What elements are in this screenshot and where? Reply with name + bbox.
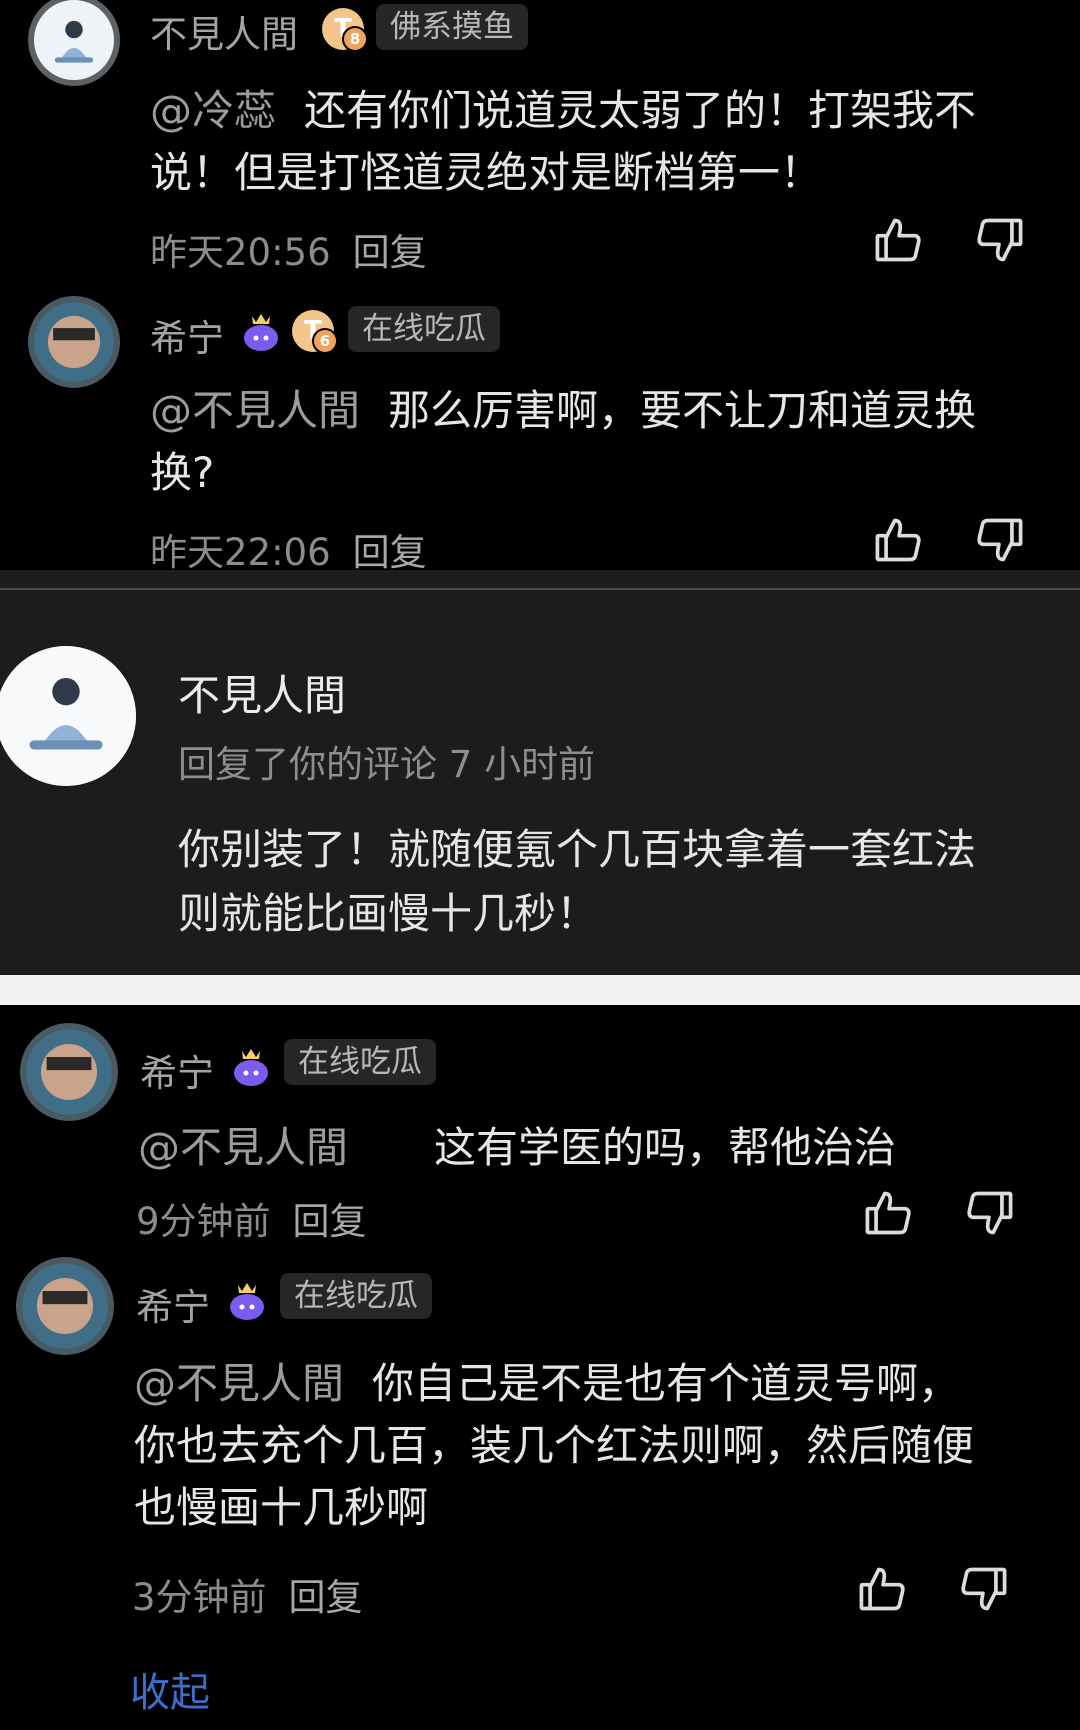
- notification-text: 你别装了！就随便氪个几百块拿着一套红法 则就能比画慢十几秒！: [178, 825, 977, 938]
- crown-badge-icon: [244, 314, 278, 351]
- avatar[interactable]: [16, 1257, 114, 1355]
- reply-notification[interactable]: 不見人間 回复了你的评论 7 小时前 你别装了！就随便氪个几百块拿着一套红法 则…: [0, 570, 1080, 975]
- thumbs-down-icon[interactable]: [964, 1187, 1016, 1239]
- username[interactable]: 希宁: [150, 308, 224, 362]
- username[interactable]: 不見人間: [178, 662, 346, 723]
- user-tag: 在线吃瓜: [284, 1039, 436, 1085]
- thumbs-down-icon[interactable]: [974, 214, 1026, 266]
- notification-subtitle: 回复了你的评论 7 小时前: [178, 743, 596, 786]
- user-tag: 佛系摸鱼: [376, 4, 528, 50]
- comment-text: @不見人間 这有学医的吗，帮他治治: [138, 1123, 897, 1172]
- username[interactable]: 不見人間: [150, 4, 298, 58]
- level-badge-icon: T 6: [292, 310, 338, 354]
- username[interactable]: 希宁: [140, 1043, 214, 1097]
- mention-link[interactable]: @不見人間: [138, 1123, 348, 1172]
- comment-meta: 9分钟前 回复: [136, 1191, 367, 1245]
- comment-text: @冷蕊 还有你们说道灵太弱了的！打架我不说！但是打怪道灵绝对是断档第一！: [150, 86, 977, 197]
- thumbs-up-icon[interactable]: [862, 1187, 914, 1239]
- user-tag: 在线吃瓜: [280, 1273, 432, 1319]
- comment-meta: 昨天22:06 回复: [150, 522, 427, 570]
- avatar[interactable]: [28, 296, 120, 388]
- username[interactable]: 希宁: [136, 1277, 210, 1331]
- comment-meta: 昨天20:56 回复: [150, 222, 427, 276]
- thumbs-up-icon[interactable]: [872, 514, 924, 566]
- reply-button[interactable]: 回复: [353, 231, 427, 274]
- crown-badge-icon: [230, 1283, 264, 1320]
- timestamp: 3分钟前: [132, 1576, 267, 1619]
- avatar[interactable]: [28, 0, 120, 86]
- timestamp: 昨天20:56: [150, 231, 331, 274]
- thumbs-up-icon[interactable]: [856, 1563, 908, 1615]
- avatar[interactable]: [0, 646, 136, 786]
- separator: [0, 975, 1080, 1005]
- thumbs-down-icon[interactable]: [958, 1563, 1010, 1615]
- collapse-button[interactable]: 收起: [130, 1660, 210, 1718]
- level-badge-icon: T 8: [322, 8, 368, 52]
- timestamp: 9分钟前: [136, 1200, 271, 1243]
- avatar[interactable]: [20, 1023, 118, 1121]
- reply-button[interactable]: 回复: [353, 531, 427, 570]
- comment-text: @不見人間 那么厉害啊，要不让刀和道灵换换?: [150, 386, 977, 497]
- crown-badge-icon: [234, 1049, 268, 1086]
- timestamp: 昨天22:06: [150, 531, 331, 570]
- divider: [0, 588, 1080, 590]
- thumbs-down-icon[interactable]: [974, 514, 1026, 566]
- user-tag: 在线吃瓜: [348, 306, 500, 352]
- comment-panel-bottom: 希宁 在线吃瓜 @不見人間 这有学医的吗，帮他治治 9分钟前 回复 希宁 在线吃…: [0, 1005, 1080, 1730]
- comment-panel-top: 不見人間 T 8 佛系摸鱼 @冷蕊 还有你们说道灵太弱了的！打架我不说！但是打怪道…: [0, 0, 1080, 570]
- mention-link[interactable]: @不見人間: [134, 1359, 344, 1408]
- reply-button[interactable]: 回复: [293, 1200, 367, 1243]
- thumbs-up-icon[interactable]: [872, 214, 924, 266]
- comment-text: @不見人間 你自己是不是也有个道灵号啊，你也去充个几百，装几个红法则啊，然后随便也…: [134, 1359, 975, 1532]
- comment-meta: 3分钟前 回复: [132, 1567, 363, 1621]
- reply-button[interactable]: 回复: [289, 1576, 363, 1619]
- mention-link[interactable]: @不見人間: [150, 386, 360, 435]
- mention-link[interactable]: @冷蕊: [150, 86, 276, 135]
